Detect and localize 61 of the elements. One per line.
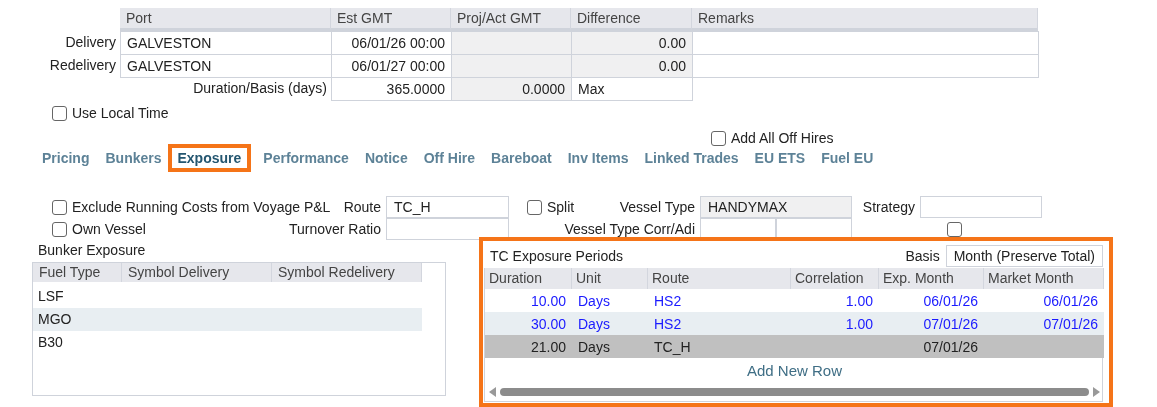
row-label: Redelivery [48,56,117,75]
column-header: Exp. Month [879,268,984,289]
checkbox-label: Use Local Time [72,105,169,121]
field-label: Vessel Type Corr/Adi [563,221,696,237]
column-header: Correlation [791,268,879,289]
checkbox-label: Add All Off Hires [731,130,834,146]
table-cell-text: TC_H [653,338,692,355]
column-header: Difference [571,8,692,31]
column-header: Symbol Delivery [122,263,272,282]
table-cell-text: 07/01/26 [922,315,979,332]
table-cell: 0.00 [571,31,693,55]
column-header: Fuel Type [33,263,122,282]
column-header: Market Month [984,268,1104,289]
field-label: Vessel Type [618,199,696,215]
table-cell: Max [571,77,693,101]
table-cell-text: 06/01/26 [1042,292,1099,309]
table-cell-text: Days [577,315,611,332]
checkbox-label: Split [547,199,575,215]
row-label: Duration/Basis (days) [192,79,328,98]
column-header: Port [120,8,331,31]
table-cell: 0.0000 [451,77,572,101]
section-title: Bunker Exposure [37,242,147,260]
field-label: Turnover Ratio [288,221,382,237]
checkbox-label: Exclude Running Costs from Voyage P&L [72,199,331,215]
table-cell: MGO [33,308,422,331]
table-cell-text: 10.00 [529,292,567,309]
table-row[interactable]: 21.00 Days TC_H 07/01/26 [485,335,1104,358]
field-label: Strategy [861,199,916,215]
table-cell-text: HS2 [653,315,683,332]
column-header: Est GMT [331,8,451,31]
section-title: TC Exposure Periods [490,248,624,264]
column-header: Remarks [692,8,1038,31]
add-row-link[interactable]: Add New Row [746,362,842,379]
table-cell: GALVESTON [120,54,332,78]
table-cell: 0.00 [571,54,693,78]
vessel-type-field[interactable]: HANDYMAX [700,196,852,218]
column-header: Proj/Act GMT [451,8,571,31]
row-label: Delivery [64,33,117,52]
basis-field[interactable]: Month (Preserve Total) [945,245,1103,267]
table-cell-text: 21.00 [529,338,567,355]
field-label: Basis [905,248,940,264]
table-cell-text: 06/01/26 [922,292,979,309]
column-header: Symbol Redelivery [272,263,422,282]
table-cell-text: 30.00 [529,315,567,332]
table-row[interactable]: 30.00 Days HS2 1.00 07/01/26 07/01/26 [485,312,1104,335]
table-cell: GALVESTON [120,31,332,55]
field-label: Route [342,199,382,215]
table-cell-text: 1.00 [844,315,874,332]
table-cell-text: Days [577,338,611,355]
table-cell: 365.0000 [331,77,452,101]
column-header: Route [648,268,791,289]
table-cell-text: 07/01/26 [922,338,979,355]
table-cell-text: HS2 [653,292,683,309]
route-field[interactable]: TC_H [386,196,509,218]
checkbox-label: Own Vessel [72,221,146,237]
table-cell-text: Days [577,292,611,309]
table-cell-text: 07/01/26 [1042,315,1099,332]
tab[interactable]: Exposure [167,144,252,172]
table-cell-text: 1.00 [844,292,874,309]
column-header: Duration [485,268,572,289]
column-header: Unit [572,268,648,289]
